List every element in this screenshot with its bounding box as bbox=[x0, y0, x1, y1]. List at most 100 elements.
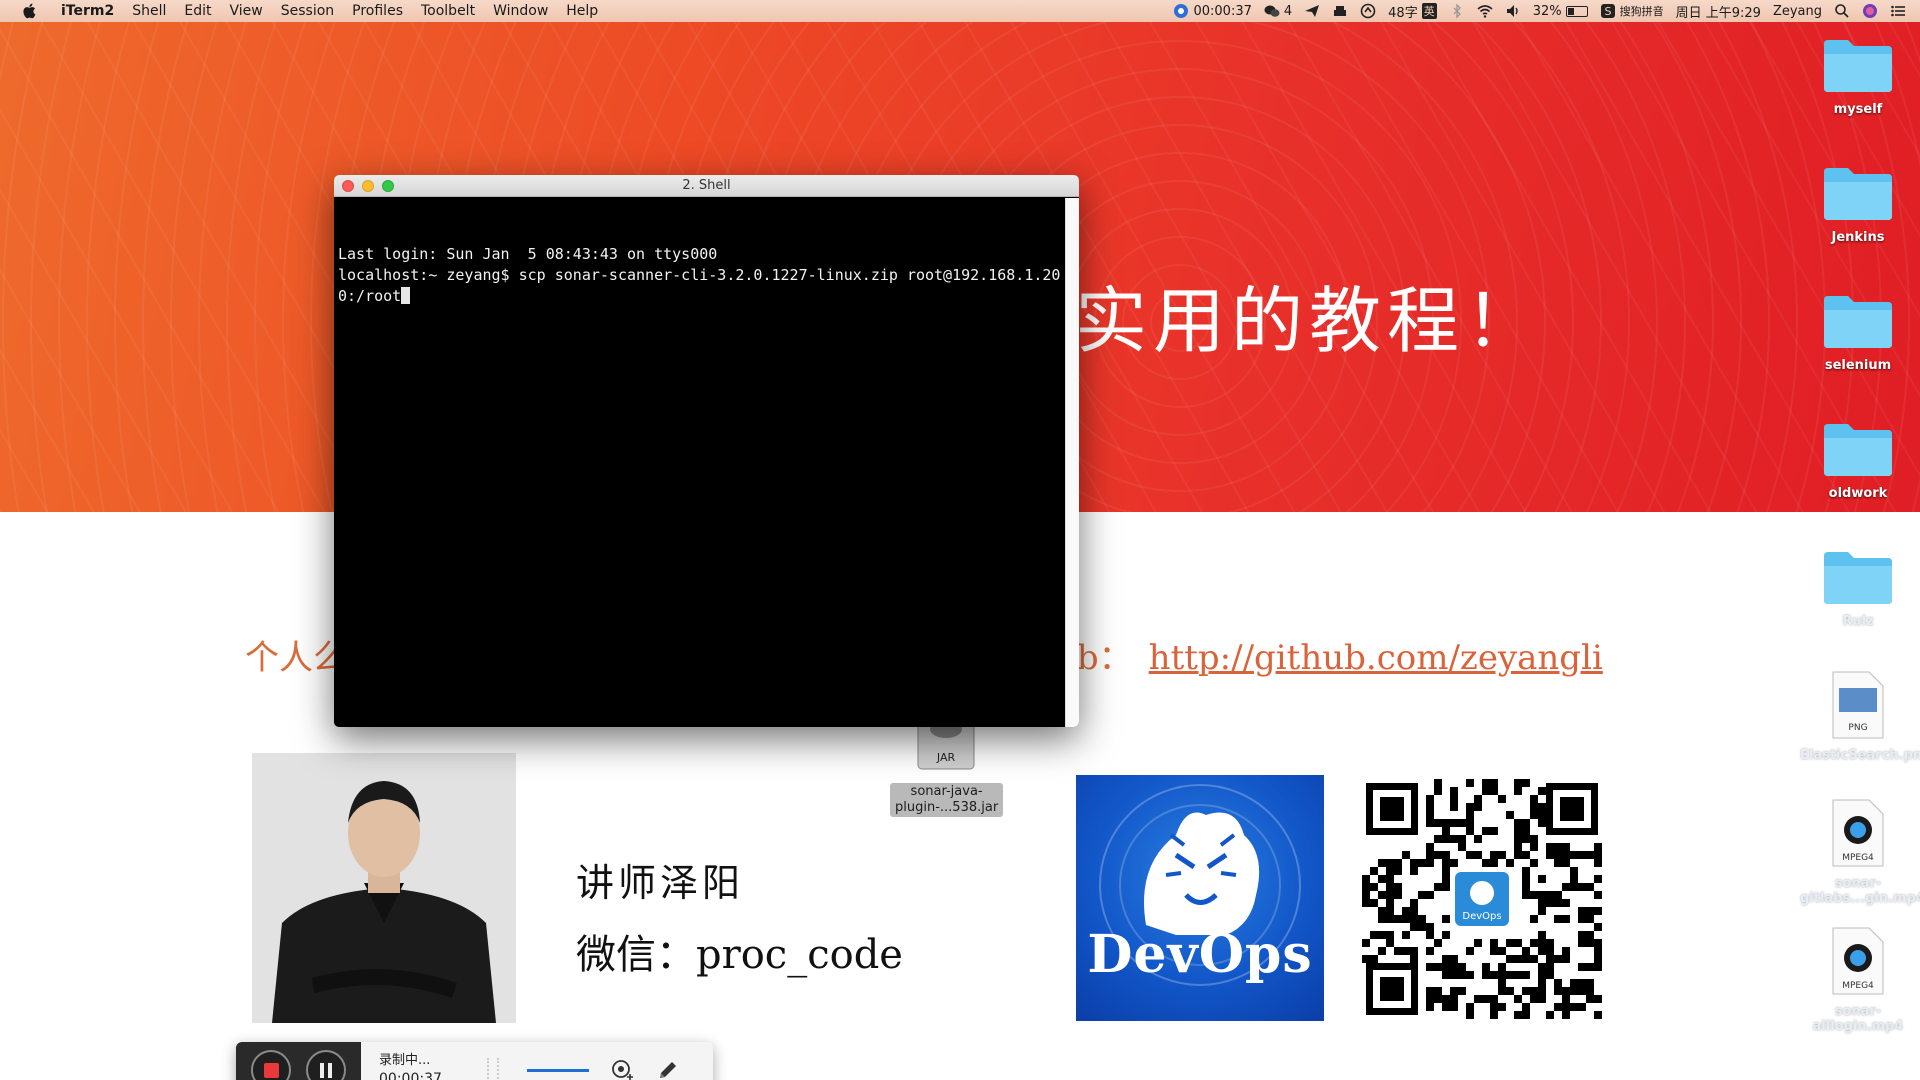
pencil-icon bbox=[660, 1062, 676, 1078]
menu-toolbelt[interactable]: Toolbelt bbox=[412, 0, 484, 22]
status-siri[interactable] bbox=[1856, 3, 1884, 19]
desktop-icon-label: sonar-gitlabs...gin.mp4 bbox=[1800, 876, 1920, 906]
mpeg4-badge: MPEG4 bbox=[1842, 853, 1874, 863]
png-file-icon: PNG bbox=[1832, 671, 1884, 739]
jar-badge: JAR bbox=[936, 751, 956, 764]
desktop-icon-label: selenium bbox=[1824, 358, 1892, 373]
folder-icon bbox=[1824, 40, 1892, 92]
svg-text:S: S bbox=[1604, 5, 1611, 18]
quicktime-file-icon: MPEG4 bbox=[1832, 799, 1884, 867]
search-icon bbox=[1835, 4, 1849, 18]
terminal-scrollbar[interactable] bbox=[1065, 198, 1079, 727]
github-link: http://github.com/zeyangli bbox=[1148, 638, 1603, 678]
iterm-window[interactable]: 2. Shell Last login: Sun Jan 5 08:43:43 … bbox=[334, 175, 1079, 727]
terminal-command-line: localhost:~ zeyang$ scp sonar-scanner-cl… bbox=[338, 266, 1061, 305]
status-wifi[interactable] bbox=[1471, 3, 1499, 19]
status-input-method-text: 搜狗拼音 bbox=[1619, 5, 1664, 18]
menu-view[interactable]: View bbox=[221, 0, 272, 22]
terminal-title: 2. Shell bbox=[682, 178, 731, 193]
status-spotlight[interactable] bbox=[1828, 3, 1856, 19]
status-input-count-text: 48字 bbox=[1388, 5, 1418, 21]
recorder-time: 00:00:37 bbox=[379, 1071, 442, 1080]
terminal-line: Last login: Sun Jan 5 08:43:43 on ttys00… bbox=[338, 245, 718, 263]
banner-title: 实用的教程！ bbox=[1075, 279, 1544, 363]
desktop-icon-label: Rulz bbox=[1842, 614, 1874, 629]
menu-window[interactable]: Window bbox=[484, 0, 557, 22]
wifi-icon bbox=[1477, 5, 1493, 18]
recorder-drag-handle[interactable] bbox=[487, 1058, 499, 1080]
teacher-portrait-image bbox=[252, 753, 516, 1023]
status-dock[interactable] bbox=[1326, 3, 1354, 19]
desktop-folder-oldwork[interactable]: oldwork bbox=[1800, 420, 1916, 501]
wechat-icon bbox=[1264, 5, 1280, 17]
status-input-method[interactable]: S 搜狗拼音 bbox=[1594, 3, 1670, 19]
jar-file-label-line1: sonar-java- bbox=[910, 784, 983, 799]
recorder-webcam-button[interactable] bbox=[609, 1057, 635, 1080]
jar-file-label-line2: plugin-...538.jar bbox=[895, 800, 999, 815]
jar-file-label: sonar-java- plugin-...538.jar bbox=[890, 783, 1004, 817]
speaker-icon bbox=[1506, 5, 1518, 17]
terminal-cursor bbox=[401, 287, 411, 304]
terminal-titlebar[interactable]: 2. Shell bbox=[334, 175, 1079, 197]
sogou-icon: S bbox=[1600, 4, 1615, 18]
jar-file-icon: JAR bbox=[917, 718, 975, 770]
desktop-file-sonar-gitlab-mp4[interactable]: MPEG4 sonar-gitlabs...gin.mp4 bbox=[1800, 798, 1920, 906]
status-wechat-count: 4 bbox=[1283, 3, 1293, 19]
desktop-file-elasticsearch-png[interactable]: PNG ElasticSearch.png bbox=[1800, 670, 1920, 763]
terminal-line-with-cursor: localhost:~ zeyang$ scp sonar-scanner-cl… bbox=[338, 265, 1061, 307]
status-datetime[interactable]: 周日 上午9:29 bbox=[1670, 2, 1767, 21]
recorder-annotate-button[interactable] bbox=[655, 1057, 681, 1080]
status-send[interactable] bbox=[1298, 3, 1326, 19]
folder-icon bbox=[1824, 296, 1892, 348]
ship-icon bbox=[1334, 6, 1347, 16]
desktop-folder-selenium[interactable]: selenium bbox=[1800, 292, 1916, 373]
devops-logo-text: DevOps bbox=[1087, 924, 1313, 985]
terminal-output[interactable]: Last login: Sun Jan 5 08:43:43 on ttys00… bbox=[334, 198, 1065, 727]
status-sync[interactable] bbox=[1354, 3, 1382, 19]
menu-edit[interactable]: Edit bbox=[175, 0, 220, 22]
desktop-file-sonar-alllogin-mp4[interactable]: MPEG4 sonar-alllogin.mp4 bbox=[1800, 926, 1916, 1034]
desktop-icon-label: myself bbox=[1833, 102, 1883, 117]
menu-app-name[interactable]: iTerm2 bbox=[52, 0, 123, 22]
status-recorder[interactable]: 00:00:37 bbox=[1167, 3, 1257, 19]
record-camera-icon bbox=[1174, 4, 1189, 18]
quicktime-file-icon: MPEG4 bbox=[1832, 927, 1884, 995]
siri-icon bbox=[1863, 4, 1877, 18]
maximize-window-button[interactable] bbox=[382, 180, 394, 192]
status-input-count[interactable]: 48字 英 bbox=[1382, 2, 1443, 21]
pause-recording-button[interactable] bbox=[305, 1050, 346, 1080]
webcam-icon bbox=[612, 1060, 633, 1080]
recorder-status-text: 录制中... bbox=[379, 1053, 431, 1068]
apple-menu-icon[interactable] bbox=[20, 3, 38, 19]
contact-right: ub： http://github.com/zeyangli bbox=[1055, 630, 1603, 679]
desktop-icon-label: Jenkins bbox=[1831, 230, 1885, 245]
folder-icon bbox=[1824, 552, 1892, 604]
desktop-file-jar[interactable]: JAR sonar-java- plugin-...538.jar bbox=[890, 718, 1004, 817]
desktop-icon-label: oldwork bbox=[1828, 486, 1888, 501]
teacher-name: 讲师泽阳 bbox=[576, 861, 745, 905]
menu-shell[interactable]: Shell bbox=[123, 0, 175, 22]
status-notification-center[interactable] bbox=[1884, 3, 1912, 19]
status-user[interactable]: Zeyang bbox=[1767, 4, 1828, 19]
qr-code-image: DevOps bbox=[1358, 775, 1606, 1023]
minimize-window-button[interactable] bbox=[362, 180, 374, 192]
png-badge: PNG bbox=[1848, 723, 1867, 733]
desktop-folder-rulz[interactable]: Rulz bbox=[1800, 548, 1916, 629]
menu-help[interactable]: Help bbox=[557, 0, 607, 22]
desktop: 实用的教程！ 个人么 ub： http://github.com/zeyangli… bbox=[0, 22, 1920, 1080]
status-record-time: 00:00:37 bbox=[1193, 3, 1252, 19]
status-input-mode: 英 bbox=[1421, 3, 1437, 19]
status-wechat[interactable]: 4 bbox=[1258, 3, 1298, 19]
bluetooth-icon bbox=[1453, 3, 1461, 19]
close-window-button[interactable] bbox=[342, 180, 354, 192]
stop-recording-button[interactable] bbox=[251, 1050, 292, 1080]
status-battery[interactable]: 32% bbox=[1527, 4, 1594, 19]
menu-session[interactable]: Session bbox=[272, 0, 343, 22]
status-volume[interactable] bbox=[1499, 3, 1527, 19]
status-bluetooth[interactable] bbox=[1443, 3, 1471, 19]
recorder-controls bbox=[236, 1042, 361, 1080]
recorder-volume-slider[interactable] bbox=[527, 1068, 589, 1072]
menu-profiles[interactable]: Profiles bbox=[343, 0, 412, 22]
desktop-folder-jenkins[interactable]: Jenkins bbox=[1800, 164, 1916, 245]
desktop-folder-myself[interactable]: myself bbox=[1800, 36, 1916, 117]
